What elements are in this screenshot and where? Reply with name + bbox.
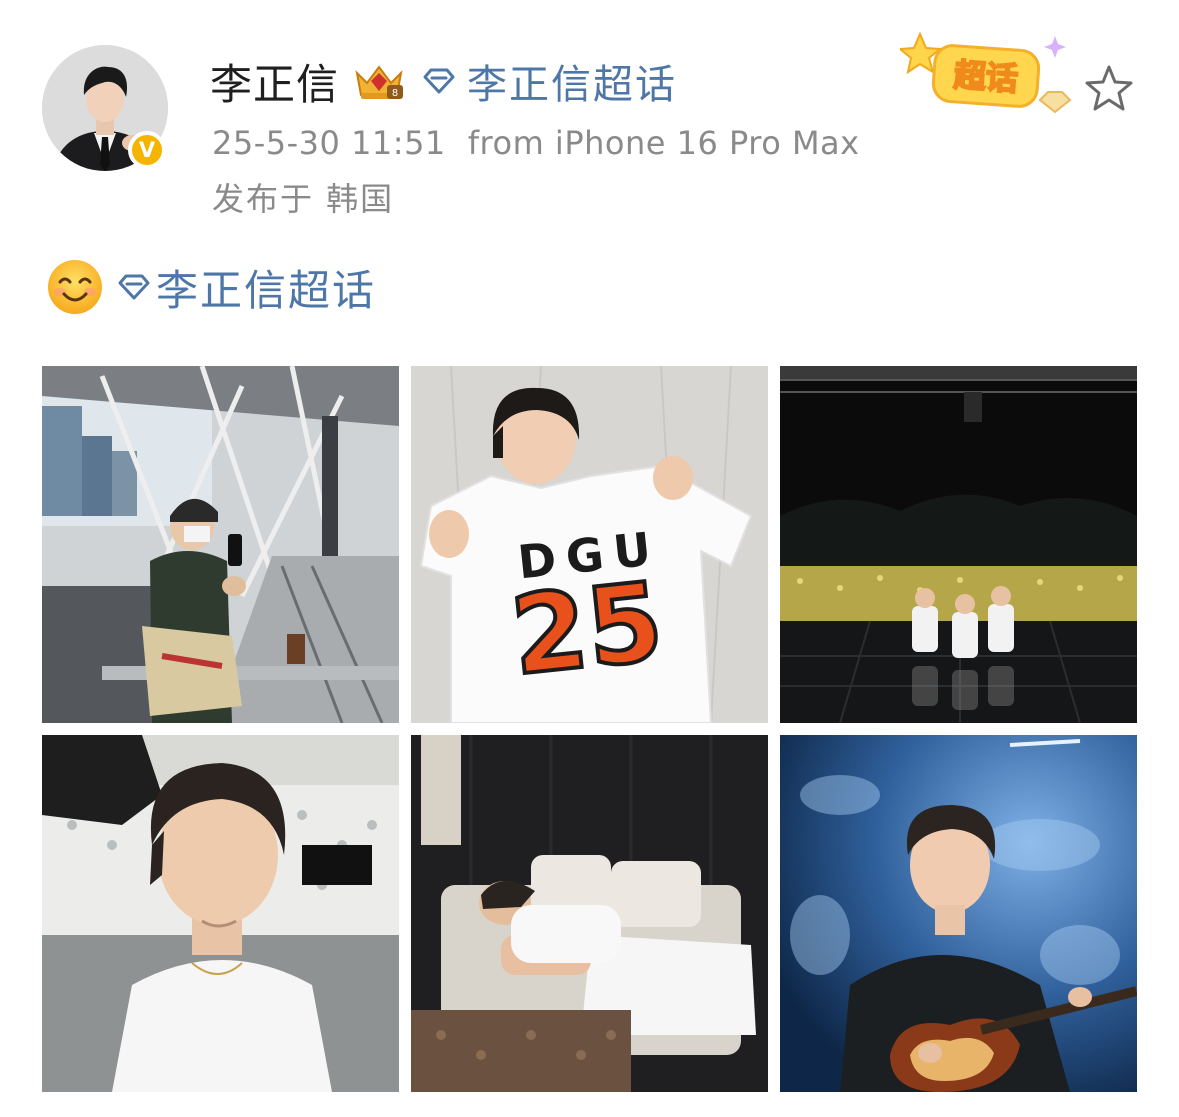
- photo-train-station: [42, 366, 399, 723]
- post-photo-5[interactable]: [411, 735, 768, 1092]
- favorite-star-icon[interactable]: [1084, 64, 1134, 112]
- post-photo-6[interactable]: [780, 735, 1137, 1092]
- photo-concert-stage: [780, 366, 1137, 723]
- post-content: 李正信超话: [46, 256, 376, 318]
- post-photo-1[interactable]: [42, 366, 399, 723]
- photo-jersey: DGU 25: [411, 366, 768, 723]
- smile-emoji-icon: [48, 260, 102, 314]
- post-source: from iPhone 16 Pro Max: [467, 124, 860, 162]
- post-photo-2[interactable]: DGU 25: [411, 366, 768, 723]
- post-timestamp: 25-5-30 11:51: [212, 124, 446, 162]
- post-photo-4[interactable]: [42, 735, 399, 1092]
- supertopic-diamond-icon: [118, 274, 150, 300]
- crown-badge-icon[interactable]: 8: [351, 59, 407, 103]
- post-location: 发布于 韩国: [212, 180, 395, 218]
- chaohua-badge-label: 超话: [953, 56, 1020, 98]
- author-name-row: 李正信 8 李正信超话: [210, 52, 677, 110]
- photo-selfie: [42, 735, 399, 1092]
- author-name[interactable]: 李正信: [210, 51, 339, 112]
- svg-text:8: 8: [392, 88, 398, 99]
- post-photo-3[interactable]: [780, 366, 1137, 723]
- verified-v-icon: V: [128, 131, 166, 169]
- photo-sofa-rest: [411, 735, 768, 1092]
- jersey-number: 25: [506, 560, 669, 700]
- post-supertopic-link[interactable]: 李正信超话: [156, 257, 376, 318]
- photo-bass-performance: [780, 735, 1137, 1092]
- chaohua-badge[interactable]: 超话: [900, 30, 1080, 114]
- supertopic-diamond-icon: [423, 68, 455, 94]
- post-meta: 25-5-30 11:51 from iPhone 16 Pro Max: [212, 124, 860, 162]
- author-supertopic-link[interactable]: 李正信超话: [467, 52, 677, 110]
